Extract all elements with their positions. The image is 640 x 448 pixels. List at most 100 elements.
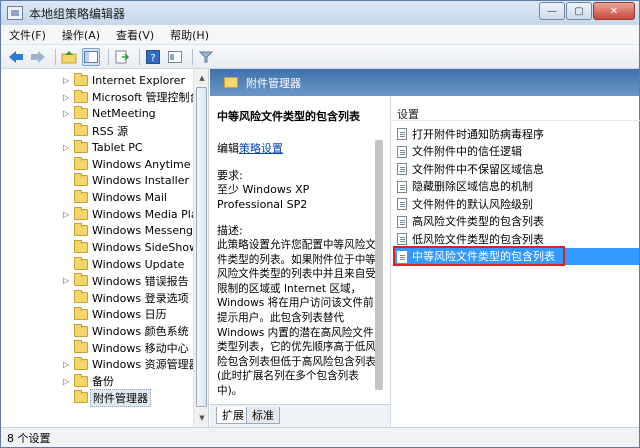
expand-arrow-icon[interactable]: ▷ bbox=[63, 93, 71, 102]
tree-item[interactable]: Windows 日历 bbox=[1, 306, 193, 323]
policy-setting-icon bbox=[397, 163, 407, 175]
tree-item[interactable]: ▷ Windows 错误报告 bbox=[1, 272, 193, 289]
tree-item[interactable]: 附件管理器 bbox=[1, 388, 193, 407]
expand-arrow-icon[interactable]: ▷ bbox=[63, 276, 71, 285]
setting-row[interactable]: 高风险文件类型的包含列表 bbox=[395, 213, 639, 230]
tree-item-label: Windows Media Play bbox=[92, 207, 205, 221]
app-window: 本地组策略编辑器 — ▢ ✕ 文件(F) 操作(A) 查看(V) 帮助(H) ?… bbox=[0, 0, 640, 448]
export-list-icon[interactable] bbox=[113, 48, 131, 66]
toolbar-separator bbox=[139, 48, 140, 65]
menu-file[interactable]: 文件(F) bbox=[1, 27, 54, 43]
tree-item[interactable]: Windows Anytime Up bbox=[1, 156, 208, 173]
description-scroll-thumb[interactable] bbox=[375, 140, 383, 390]
expand-arrow-icon[interactable]: ▷ bbox=[63, 109, 71, 118]
tab-extended[interactable]: 扩展 bbox=[216, 407, 250, 424]
tree-item-label: Windows SideShow bbox=[92, 241, 199, 254]
folder-icon bbox=[224, 77, 238, 88]
menu-help[interactable]: 帮助(H) bbox=[162, 27, 217, 43]
policy-setting-icon bbox=[397, 128, 407, 140]
description-scrollbar[interactable] bbox=[372, 126, 386, 404]
setting-row[interactable]: 文件附件的默认风险级别 bbox=[395, 195, 639, 212]
setting-row[interactable]: 隐藏删除区域信息的机制 bbox=[395, 178, 639, 195]
folder-icon bbox=[74, 323, 88, 337]
scroll-down-icon[interactable]: ▼ bbox=[194, 411, 208, 425]
title-bar[interactable]: 本地组策略编辑器 — ▢ ✕ bbox=[1, 1, 639, 25]
description-pane: 中等风险文件类型的包含列表 编辑策略设置 要求: 至少 Windows XP P… bbox=[210, 96, 390, 404]
toolbar-separator bbox=[55, 48, 56, 65]
tree-item[interactable]: Windows 移动中心 bbox=[1, 339, 193, 356]
help-icon[interactable]: ? bbox=[144, 48, 162, 66]
folder-icon bbox=[74, 240, 88, 253]
close-button[interactable]: ✕ bbox=[593, 2, 635, 20]
expand-arrow-icon[interactable]: ▷ bbox=[63, 143, 71, 152]
tree-item-label: Tablet PC bbox=[92, 140, 143, 154]
filter-icon[interactable] bbox=[197, 48, 215, 66]
folder-icon bbox=[74, 306, 88, 320]
minimize-button[interactable]: — bbox=[539, 2, 565, 20]
up-folder-icon[interactable] bbox=[60, 48, 78, 66]
setting-label: 低风险文件类型的包含列表 bbox=[412, 232, 544, 246]
setting-label: 打开附件时通知防病毒程序 bbox=[412, 127, 544, 141]
tree-item[interactable]: Windows Installer bbox=[1, 172, 193, 189]
folder-icon bbox=[74, 223, 88, 237]
setting-label: 高风险文件类型的包含列表 bbox=[412, 215, 544, 228]
tree-item[interactable]: Windows 颜色系统 bbox=[1, 323, 193, 340]
setting-row[interactable]: 文件附件中不保留区域信息 bbox=[395, 160, 639, 177]
tree-scroll-thumb[interactable] bbox=[196, 87, 207, 407]
back-arrow-icon[interactable] bbox=[7, 48, 25, 66]
forward-arrow-icon[interactable] bbox=[29, 48, 47, 66]
tree-item-label: Windows Anytime Up bbox=[92, 157, 209, 171]
tree-item-label: 附件管理器 bbox=[90, 388, 151, 407]
edit-policy-link[interactable]: 策略设置 bbox=[239, 142, 283, 155]
setting-row[interactable]: 低风险文件类型的包含列表 bbox=[395, 230, 639, 247]
toolbar-separator bbox=[192, 48, 193, 65]
expand-arrow-icon[interactable]: ▷ bbox=[63, 76, 71, 85]
menu-view[interactable]: 查看(V) bbox=[108, 27, 162, 43]
tree-item[interactable]: ▷ 备份 bbox=[1, 373, 193, 390]
setting-row[interactable]: 文件附件中的信任逻辑 bbox=[395, 143, 639, 160]
tree-item-label: Windows 登录选项 bbox=[92, 291, 189, 305]
policy-editor-icon bbox=[7, 6, 23, 20]
tree-item[interactable]: Windows 登录选项 bbox=[1, 289, 193, 306]
tree-item[interactable]: ▷ Tablet PC bbox=[1, 139, 193, 156]
tab-standard[interactable]: 标准 bbox=[246, 407, 280, 424]
tree-item[interactable]: Windows Update bbox=[1, 256, 193, 273]
tree-item[interactable]: Windows SideShow bbox=[1, 239, 198, 256]
policy-setting-icon bbox=[397, 215, 407, 228]
tree-item[interactable]: ▷ Microsoft 管理控制台 bbox=[1, 89, 201, 106]
tree-item[interactable]: Windows Messenger bbox=[1, 222, 204, 239]
expand-arrow-icon[interactable]: ▷ bbox=[63, 360, 71, 369]
tree-item-label: RSS 源 bbox=[92, 124, 129, 138]
folder-icon bbox=[74, 189, 88, 203]
scroll-up-icon[interactable]: ▲ bbox=[194, 71, 208, 85]
content-header-title: 附件管理器 bbox=[246, 76, 301, 90]
status-text: 8 个设置 bbox=[7, 431, 51, 445]
tree-item[interactable]: ▷ Windows Media Play bbox=[1, 206, 204, 223]
setting-row[interactable]: 打开附件时通知防病毒程序 bbox=[395, 125, 639, 142]
properties-icon[interactable] bbox=[166, 48, 184, 66]
view-tabs: 扩展 标准 bbox=[210, 404, 390, 427]
folder-icon bbox=[74, 373, 88, 387]
toolbar-separator bbox=[108, 48, 109, 65]
tree-item-label: Windows Installer bbox=[92, 174, 190, 188]
folder-icon bbox=[74, 73, 88, 86]
tree-item[interactable]: RSS 源 bbox=[1, 122, 193, 139]
tree-item-label: Windows Mail bbox=[92, 190, 167, 204]
folder-icon bbox=[74, 273, 88, 287]
expand-arrow-icon[interactable]: ▷ bbox=[63, 210, 71, 219]
tree-scrollbar[interactable]: ▲ ▼ bbox=[193, 69, 208, 427]
folder-icon bbox=[74, 356, 88, 370]
maximize-button[interactable]: ▢ bbox=[566, 2, 592, 20]
tree-item[interactable]: ▷ Internet Explorer bbox=[1, 72, 193, 89]
tree-item[interactable]: Windows Mail bbox=[1, 189, 193, 206]
folder-icon bbox=[74, 390, 88, 404]
edit-policy-line: 编辑策略设置 bbox=[217, 140, 283, 156]
show-hide-tree-icon[interactable] bbox=[82, 47, 100, 66]
annotation-highlight-box bbox=[393, 246, 565, 266]
tree-pane: ▷ Internet Explorer ▷ Microsoft 管理控制台 ▷ NetMe… bbox=[1, 69, 209, 427]
tree-item[interactable]: ▷ NetMeeting bbox=[1, 105, 193, 122]
tree-item[interactable]: ▷ Windows 资源管理器 bbox=[1, 356, 200, 373]
menu-action[interactable]: 操作(A) bbox=[54, 27, 108, 43]
folder-icon bbox=[74, 106, 88, 120]
expand-arrow-icon[interactable]: ▷ bbox=[63, 377, 71, 386]
